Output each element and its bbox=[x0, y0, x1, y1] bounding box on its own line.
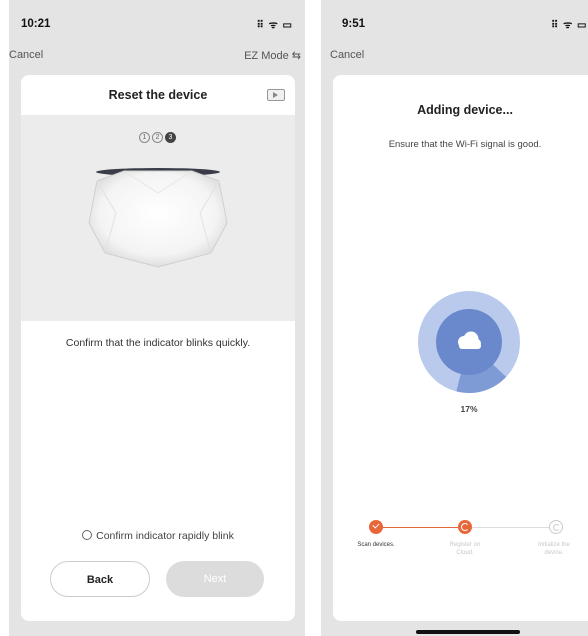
step-label-initialize: Initialize the device. bbox=[538, 542, 570, 556]
status-time: 10:21 bbox=[21, 18, 51, 30]
adding-device-card: Adding device... Ensure that the Wi-Fi s… bbox=[333, 75, 588, 621]
back-button[interactable]: Back bbox=[50, 561, 150, 597]
page-title: Adding device... bbox=[417, 103, 513, 117]
cancel-link[interactable]: Cancel bbox=[330, 49, 364, 61]
home-indicator bbox=[416, 630, 520, 634]
step-label-register: Register on Cloud. bbox=[449, 542, 481, 556]
wifi-hint: Ensure that the Wi-Fi signal is good. bbox=[388, 139, 542, 150]
stepper-line-done bbox=[381, 527, 458, 528]
progress-ring bbox=[418, 291, 520, 393]
video-icon[interactable] bbox=[267, 89, 285, 101]
adding-device-screen: 9:51 ⠿ ᯤ ▭ Cancel Adding device... Ensur… bbox=[321, 0, 588, 636]
reset-device-screen: 10:21 ⠿ ᯤ ▭ Cancel EZ Mode ⇆ Reset the d… bbox=[9, 0, 305, 636]
status-time: 9:51 bbox=[342, 18, 366, 30]
radio-circle-icon[interactable] bbox=[82, 530, 93, 540]
confirm-checkbox-row[interactable]: Confirm indicator rapidly blink bbox=[21, 530, 295, 542]
step-scan-icon bbox=[369, 520, 383, 534]
confirm-label: Confirm indicator rapidly blink bbox=[96, 530, 234, 542]
step-initialize-icon bbox=[549, 520, 563, 534]
next-button[interactable]: Next bbox=[166, 561, 264, 597]
step-register-icon bbox=[458, 520, 472, 534]
ceiling-lamp-image bbox=[88, 168, 228, 268]
ez-mode-toggle[interactable]: EZ Mode ⇆ bbox=[244, 49, 301, 62]
status-icons: ⠿ ᯤ ▭ bbox=[256, 20, 293, 31]
cancel-link[interactable]: Cancel bbox=[9, 49, 43, 61]
status-icons: ⠿ ᯤ ▭ bbox=[551, 20, 588, 31]
device-image-panel: 1 2 3 bbox=[21, 115, 295, 321]
stepper-line-pending bbox=[472, 527, 549, 528]
instruction-text: Confirm that the indicator blinks quickl… bbox=[65, 337, 251, 349]
progress-percent: 17% bbox=[460, 404, 478, 414]
step-label-scan: Scan devices. bbox=[357, 542, 395, 548]
page-title: Reset the device bbox=[108, 88, 208, 102]
reset-card: Reset the device 1 2 3 Confirm that the … bbox=[21, 75, 295, 621]
